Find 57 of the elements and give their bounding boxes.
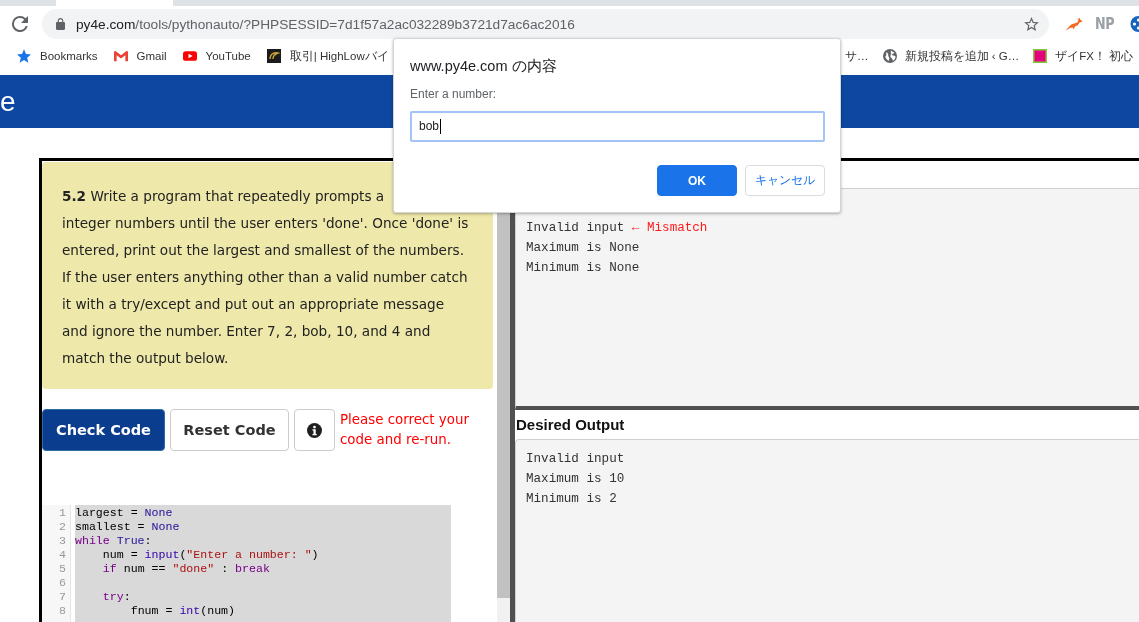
instruction-text: 5.2 Write a program that repeatedly prompts a bbox=[62, 187, 386, 206]
bookmark-item[interactable]: 新規投稿を追加 ‹ G… bbox=[882, 47, 1020, 65]
output-line: Maximum is None bbox=[526, 241, 640, 255]
output-line: Minimum is 2 bbox=[526, 492, 617, 506]
code-line: while True: bbox=[75, 534, 152, 547]
globe-icon bbox=[882, 49, 897, 63]
info-button[interactable] bbox=[294, 409, 335, 451]
output-line: Maximum is 10 bbox=[526, 472, 625, 486]
star-icon bbox=[17, 49, 31, 63]
bookmark-item[interactable]: 取引| HighLowバイ bbox=[266, 47, 389, 65]
section-title: Desired Output bbox=[515, 415, 626, 435]
info-icon bbox=[307, 422, 322, 438]
bookmark-item[interactable]: Bookmarks bbox=[17, 47, 98, 65]
bookmark-item[interactable]: Gmail bbox=[113, 47, 167, 65]
code-line: smallest = None bbox=[75, 520, 180, 533]
code-area[interactable]: largest = None smallest = None while True: num = input("Enter a number: ") if num == "done" : break try: fnum = int(num) bbox=[75, 505, 451, 622]
code-line: if num == "done" : break bbox=[102, 562, 270, 575]
mail-icon bbox=[113, 49, 128, 63]
instruction-text: integer numbers until the user enters 'done'. Once 'done' is entered, print out the largest and smallest of the numbers. If the user enters anything other than a valid number catch it with a try/except and put out an appropriate message and ignore the number. Enter 7, 2, bob, 10, and 4 and match the output below. bbox=[62, 214, 470, 368]
line-number: 3 bbox=[59, 534, 66, 547]
url-text: py4e.com/tools/pythonauto/?PHPSESSID=7d1f57a2ac032289b3721d7ac6ac2016 bbox=[76, 16, 576, 32]
line-number: 5 bbox=[59, 562, 66, 575]
site-title: e bbox=[0, 85, 16, 118]
square-logo-icon bbox=[1033, 49, 1048, 63]
prompt-label: Enter a number: bbox=[410, 86, 498, 102]
error-message: Please correct your code and re-run. bbox=[340, 411, 470, 449]
reload-icon[interactable] bbox=[12, 16, 28, 32]
line-number: 7 bbox=[59, 590, 66, 603]
line-number: 2 bbox=[59, 520, 66, 533]
text-cursor-icon bbox=[440, 119, 442, 134]
mismatch-note: ← Mismatch bbox=[631, 221, 708, 235]
bookmark-item[interactable]: ザイFX！ 初心 bbox=[1033, 47, 1134, 65]
check-code-button[interactable]: Check Code bbox=[42, 409, 165, 451]
reset-code-button[interactable]: Reset Code bbox=[170, 409, 289, 451]
deer-icon[interactable] bbox=[1065, 17, 1084, 31]
dialog-title: www.py4e.com の内容 bbox=[410, 57, 558, 76]
address-bar[interactable]: py4e.com/tools/pythonauto/?PHPSESSID=7d1f57a2ac032289b3721d7ac6ac2016 bbox=[42, 9, 1050, 39]
code-line: fnum = int(num) bbox=[130, 604, 236, 617]
code-line: largest = None bbox=[75, 506, 173, 519]
line-number: 8 bbox=[59, 604, 66, 617]
play-icon bbox=[182, 49, 197, 63]
bookmark-item[interactable]: サ… bbox=[845, 47, 869, 65]
line-number: 1 bbox=[59, 506, 66, 519]
line-number: 4 bbox=[59, 548, 66, 561]
curve-logo-icon bbox=[266, 49, 281, 63]
cancel-button[interactable]: キャンセル bbox=[745, 165, 825, 196]
star-icon[interactable] bbox=[1024, 17, 1040, 31]
line-number: 6 bbox=[59, 576, 66, 589]
bookmark-item[interactable]: YouTube bbox=[182, 47, 251, 65]
code-line: try: bbox=[102, 590, 131, 603]
output-line: Invalid input bbox=[526, 452, 625, 466]
code-line: num = input("Enter a number: ") bbox=[102, 548, 319, 561]
ok-button[interactable]: OK bbox=[657, 165, 737, 196]
output-line: Invalid input bbox=[526, 221, 625, 235]
input-field[interactable]: bob bbox=[410, 111, 825, 142]
output-line: Minimum is None bbox=[526, 261, 640, 275]
lock-icon[interactable] bbox=[56, 18, 65, 30]
